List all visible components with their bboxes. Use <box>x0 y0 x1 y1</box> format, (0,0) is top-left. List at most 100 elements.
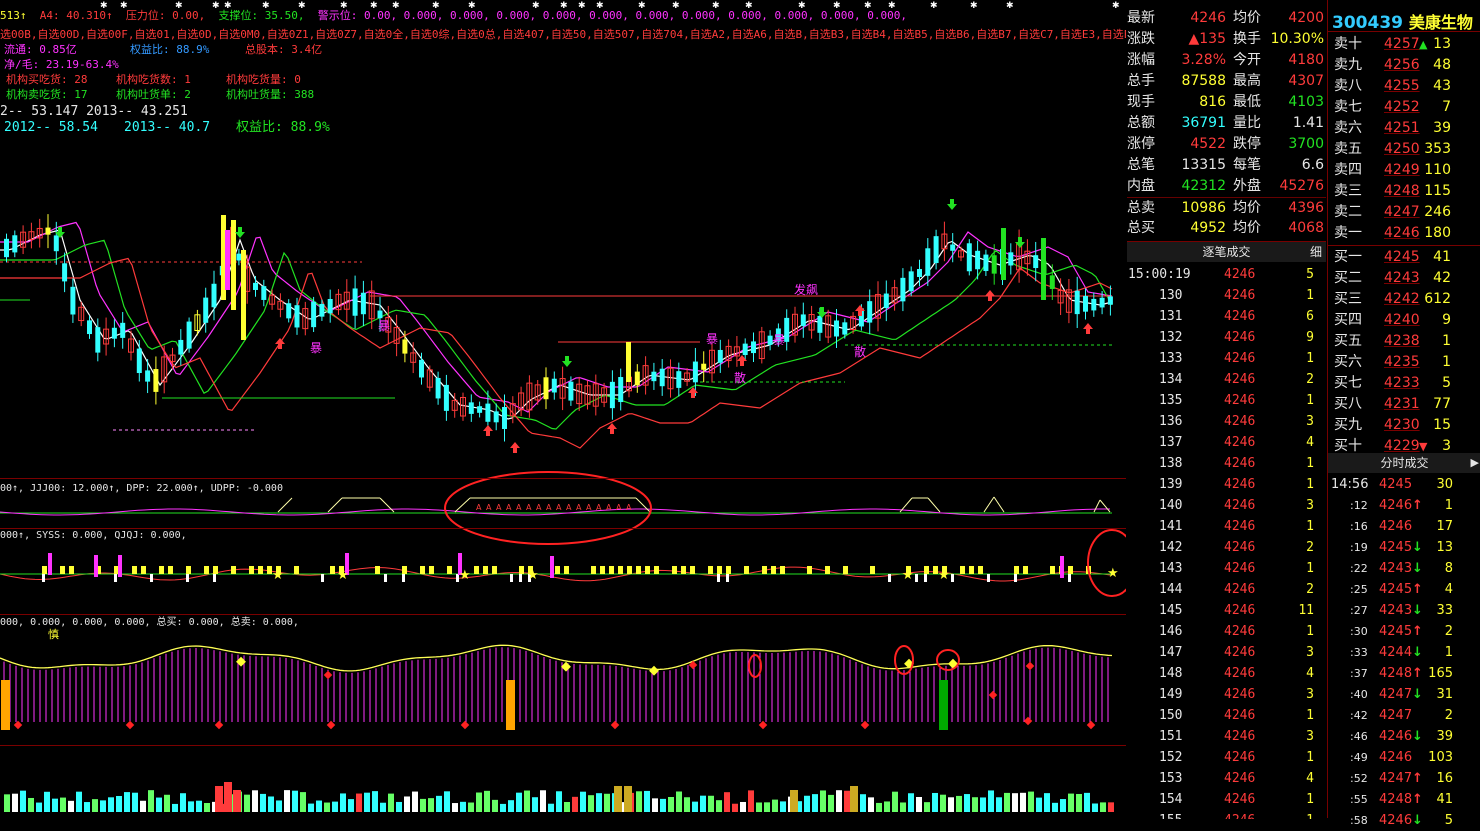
tab-intraday-fills[interactable]: 分时成交 ▶ <box>1328 453 1480 473</box>
table-row[interactable]: :30 4245 ↑ 2 <box>1328 621 1480 642</box>
header-item: 警示位: 0.00, 0.000, 0.000, 0.000, 0.000, 0… <box>317 9 907 22</box>
diamond-marker <box>214 720 224 730</box>
table-row[interactable]: 144 4246 2 <box>1127 579 1326 600</box>
table-row[interactable]: 153 4246 4 <box>1127 768 1326 789</box>
table-row[interactable]: :19 4245 ↓ 13 <box>1328 537 1480 558</box>
table-row[interactable]: 132 4246 9 <box>1127 327 1326 348</box>
table-row[interactable]: :49 4246 103 <box>1328 747 1480 768</box>
ask-level[interactable]: 卖九 4256 48 <box>1328 55 1480 76</box>
ask-level[interactable]: 卖二 4247 246 <box>1328 202 1480 223</box>
tab-detail-toggle[interactable]: 细 <box>1310 242 1322 262</box>
pane-divider[interactable] <box>0 478 1126 479</box>
volume-bar <box>20 790 26 812</box>
table-row[interactable]: :42 4247 2 <box>1328 705 1480 726</box>
level-price: 4257 <box>1384 36 1420 52</box>
pane-divider[interactable] <box>0 745 1126 746</box>
volume-bar <box>540 790 546 812</box>
bid-level[interactable]: 买九 4230 15 <box>1328 415 1480 436</box>
trade-id: 135 <box>1159 393 1183 408</box>
bid-level[interactable]: 买五 4238 1 <box>1328 331 1480 352</box>
indicator-2-bar <box>807 566 812 574</box>
indicator-2-bar <box>1023 566 1028 574</box>
table-row[interactable]: :33 4244 ↓ 1 <box>1328 642 1480 663</box>
bid-level[interactable]: 买六 4235 1 <box>1328 352 1480 373</box>
ask-level[interactable]: 卖八 4255 43 <box>1328 76 1480 97</box>
bid-level[interactable]: 买二 4243 42 <box>1328 268 1480 289</box>
bid-level[interactable]: 买四 4240 9 <box>1328 310 1480 331</box>
table-row[interactable]: :37 4248 ↑ 165 <box>1328 663 1480 684</box>
table-row[interactable]: 148 4246 4 <box>1127 663 1326 684</box>
table-row[interactable]: :55 4248 ↑ 41 <box>1328 789 1480 810</box>
table-row[interactable]: 138 4246 1 <box>1127 453 1326 474</box>
table-row[interactable]: 149 4246 3 <box>1127 684 1326 705</box>
table-row[interactable]: 139 4246 1 <box>1127 474 1326 495</box>
table-row[interactable]: 145 4246 11 <box>1127 600 1326 621</box>
table-row[interactable]: 142 4246 2 <box>1127 537 1326 558</box>
table-row[interactable]: :22 4243 ↓ 8 <box>1328 558 1480 579</box>
table-row[interactable]: 143 4246 1 <box>1127 558 1326 579</box>
table-row[interactable]: 136 4246 3 <box>1127 411 1326 432</box>
tab-tick-trades[interactable]: 逐笔成交 细 <box>1127 242 1326 262</box>
table-row[interactable]: 146 4246 1 <box>1127 621 1326 642</box>
indicator-1-line <box>327 497 343 513</box>
table-row[interactable]: :46 4246 ↓ 39 <box>1328 726 1480 747</box>
table-row[interactable]: 141 4246 1 <box>1127 516 1326 537</box>
ask-level[interactable]: 卖四 4249 110 <box>1328 160 1480 181</box>
table-row[interactable]: :12 4246 ↑ 1 <box>1328 495 1480 516</box>
table-row[interactable]: :40 4247 ↓ 31 <box>1328 684 1480 705</box>
table-row[interactable]: 147 4246 3 <box>1127 642 1326 663</box>
table-row[interactable]: 133 4246 1 <box>1127 348 1326 369</box>
table-row[interactable]: 131 4246 6 <box>1127 306 1326 327</box>
table-row[interactable]: 151 4246 3 <box>1127 726 1326 747</box>
tick-trades-panel[interactable]: 逐笔成交 细 15:00:19 4246 5 130 4246 1 131 4246 6 132 4… <box>1127 241 1326 819</box>
level-label: 买五 <box>1334 333 1362 349</box>
bid-level[interactable]: 买三 4242 612 <box>1328 289 1480 310</box>
table-row[interactable]: :16 4246 17 <box>1328 516 1480 537</box>
table-row[interactable]: 150 4246 1 <box>1127 705 1326 726</box>
trade-volume: 3 <box>1306 414 1314 429</box>
indicator-1-line <box>454 497 471 513</box>
table-row[interactable]: :27 4243 ↓ 33 <box>1328 600 1480 621</box>
candle-body <box>742 343 748 356</box>
candle-body <box>468 402 474 414</box>
quote-row: 内盘 42312 外盘 45276 <box>1127 176 1326 197</box>
level-volume: 110 <box>1424 162 1451 178</box>
ask-level[interactable]: 卖六 4251 39 <box>1328 118 1480 139</box>
bid-level[interactable]: 买一 4245 41 <box>1328 247 1480 268</box>
level-label: 买三 <box>1334 291 1362 307</box>
table-row[interactable]: 15:00:19 4246 5 <box>1127 264 1326 285</box>
table-row[interactable]: 135 4246 1 <box>1127 390 1326 411</box>
volume-bar <box>908 793 914 812</box>
table-row[interactable]: 154 4246 1 <box>1127 789 1326 810</box>
table-row[interactable]: 130 4246 1 <box>1127 285 1326 306</box>
ask-level[interactable]: 卖十 4257 ▲ 13 <box>1328 34 1480 55</box>
table-row[interactable]: 137 4246 4 <box>1127 432 1326 453</box>
volume-bar <box>108 797 114 812</box>
ask-level[interactable]: 卖七 4252 7 <box>1328 97 1480 118</box>
pane-divider[interactable] <box>0 614 1126 615</box>
bid-level[interactable]: 买七 4233 5 <box>1328 373 1480 394</box>
indicator-2-bar <box>249 566 254 574</box>
table-row[interactable]: 134 4246 2 <box>1127 369 1326 390</box>
indicator-1-marker: A <box>576 503 582 512</box>
pane-divider[interactable] <box>0 528 1126 529</box>
volume-bar <box>1092 803 1098 812</box>
indicator-2-bar <box>69 566 74 574</box>
quote-label: 均价 <box>1233 200 1261 216</box>
table-row[interactable]: :58 4246 ↓ 5 <box>1328 810 1480 831</box>
expand-arrow-icon[interactable]: ▶ <box>1471 453 1479 473</box>
fill-time: :22 <box>1350 562 1368 575</box>
indicator-1-marker: A <box>596 503 602 512</box>
table-row[interactable]: 140 4246 3 <box>1127 495 1326 516</box>
bid-level[interactable]: 买八 4231 77 <box>1328 394 1480 415</box>
kline-chart-area[interactable]: A A A A A A A A A A A A A A A A ★ ★ ★ ★ ★ ★ ★ ✱ ✱ ✱ ✱ ✱ ✱ ✱ ✱ ✱ ✱ ✱ ✱ ✱ ✱ ✱ ✱ ✱… <box>0 0 1126 818</box>
top-marker: ✱ <box>930 1 938 11</box>
table-row[interactable]: 14:56 4245 30 <box>1328 474 1480 495</box>
table-row[interactable]: :52 4247 ↑ 16 <box>1328 768 1480 789</box>
ask-level[interactable]: 卖三 4248 115 <box>1328 181 1480 202</box>
indicator-2-bar <box>969 566 974 574</box>
ask-level[interactable]: 卖五 4250 353 <box>1328 139 1480 160</box>
table-row[interactable]: 152 4246 1 <box>1127 747 1326 768</box>
table-row[interactable]: :25 4245 ↑ 4 <box>1328 579 1480 600</box>
ask-level[interactable]: 卖一 4246 180 <box>1328 223 1480 244</box>
